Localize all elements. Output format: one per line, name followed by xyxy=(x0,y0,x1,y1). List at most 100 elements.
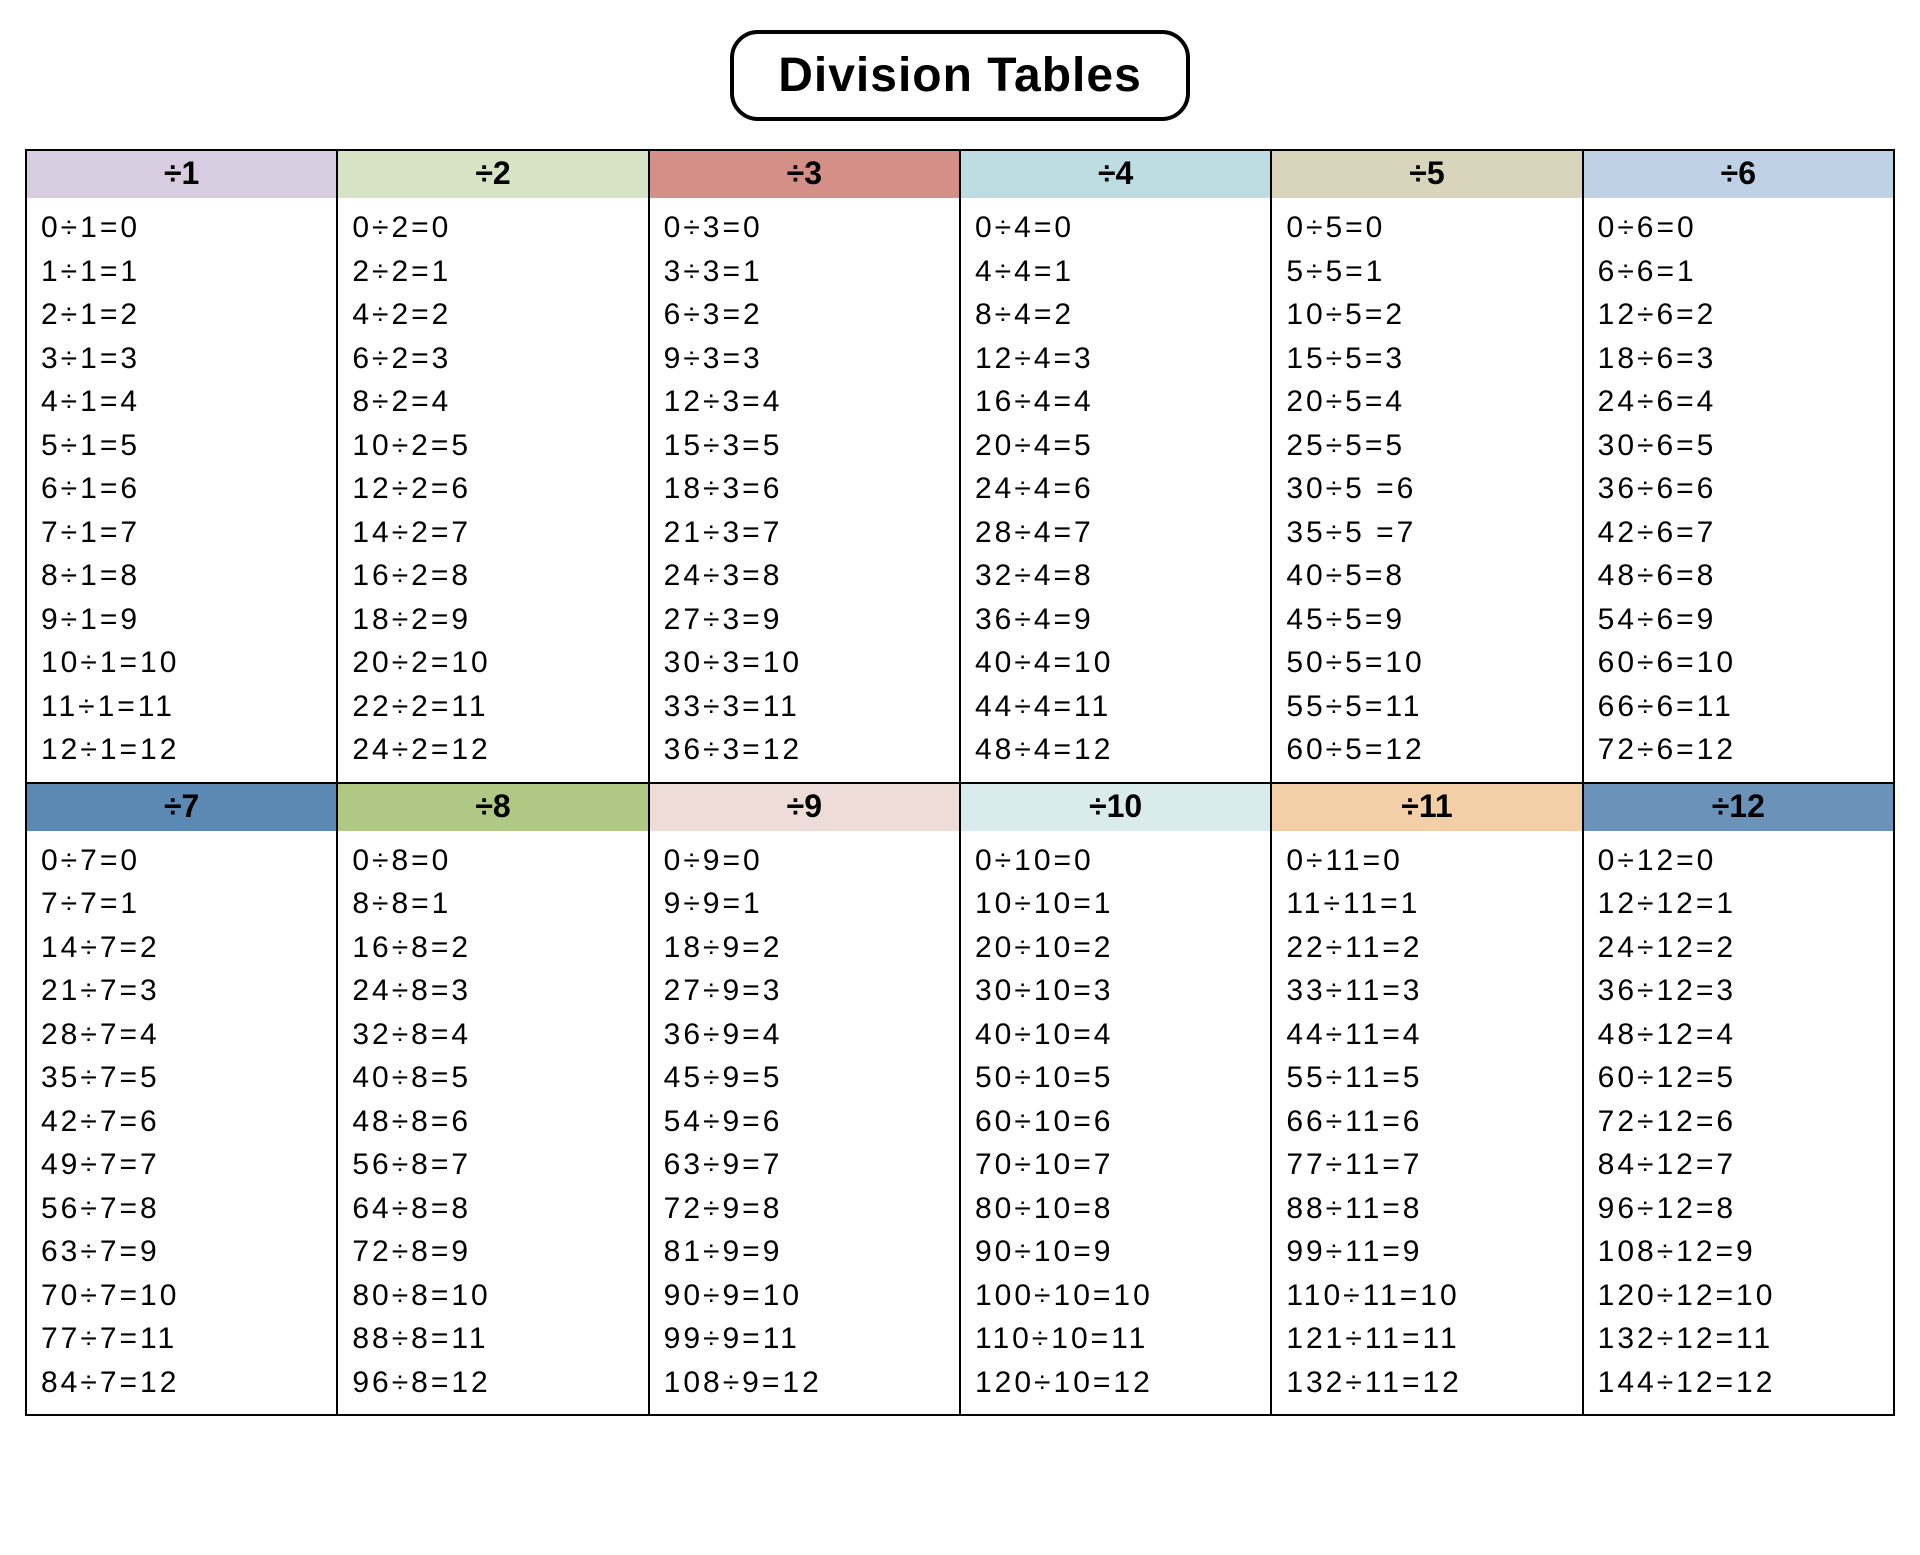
equation-row: 66÷11=6 xyxy=(1286,1100,1575,1144)
equation-row: 18÷2=9 xyxy=(352,598,641,642)
equation-row: 60÷12=5 xyxy=(1598,1056,1887,1100)
equation-row: 42÷7=6 xyxy=(41,1100,330,1144)
equation-row: 0÷2=0 xyxy=(352,206,641,250)
equation-row: 63÷7=9 xyxy=(41,1230,330,1274)
header-div-2: ÷2 xyxy=(337,150,648,198)
equation-row: 66÷6=11 xyxy=(1598,685,1887,729)
equation-row: 80÷8=10 xyxy=(352,1274,641,1318)
equation-row: 88÷8=11 xyxy=(352,1317,641,1361)
equation-row: 42÷6=7 xyxy=(1598,511,1887,555)
equation-row: 6÷1=6 xyxy=(41,467,330,511)
equation-row: 30÷6=5 xyxy=(1598,424,1887,468)
equation-row: 18÷9=2 xyxy=(664,926,953,970)
equation-row: 36÷6=6 xyxy=(1598,467,1887,511)
equation-row: 11÷1=11 xyxy=(41,685,330,729)
equation-row: 80÷10=8 xyxy=(975,1187,1264,1231)
equation-row: 36÷9=4 xyxy=(664,1013,953,1057)
header-row-bottom: ÷7 ÷8 ÷9 ÷10 ÷11 ÷12 xyxy=(26,783,1894,831)
equation-row: 12÷4=3 xyxy=(975,337,1264,381)
equation-row: 40÷8=5 xyxy=(352,1056,641,1100)
equation-row: 21÷3=7 xyxy=(664,511,953,555)
body-div-10: 0÷10=010÷10=120÷10=230÷10=340÷10=450÷10=… xyxy=(960,831,1271,1416)
equation-row: 64÷8=8 xyxy=(352,1187,641,1231)
equation-row: 28÷7=4 xyxy=(41,1013,330,1057)
equation-row: 12÷1=12 xyxy=(41,728,330,772)
equation-row: 32÷4=8 xyxy=(975,554,1264,598)
equation-row: 5÷5=1 xyxy=(1286,250,1575,294)
equation-row: 12÷6=2 xyxy=(1598,293,1887,337)
equation-row: 108÷9=12 xyxy=(664,1361,953,1405)
equation-row: 96÷12=8 xyxy=(1598,1187,1887,1231)
equation-row: 6÷3=2 xyxy=(664,293,953,337)
equation-row: 24÷8=3 xyxy=(352,969,641,1013)
equation-row: 4÷2=2 xyxy=(352,293,641,337)
equation-row: 132÷11=12 xyxy=(1286,1361,1575,1405)
equation-row: 16÷4=4 xyxy=(975,380,1264,424)
header-div-12: ÷12 xyxy=(1583,783,1894,831)
equation-row: 4÷1=4 xyxy=(41,380,330,424)
equation-row: 32÷8=4 xyxy=(352,1013,641,1057)
equation-row: 20÷4=5 xyxy=(975,424,1264,468)
equation-row: 45÷9=5 xyxy=(664,1056,953,1100)
equation-row: 0÷6=0 xyxy=(1598,206,1887,250)
header-div-11: ÷11 xyxy=(1271,783,1582,831)
equation-row: 15÷5=3 xyxy=(1286,337,1575,381)
equation-row: 50÷5=10 xyxy=(1286,641,1575,685)
equation-row: 28÷4=7 xyxy=(975,511,1264,555)
body-div-3: 0÷3=03÷3=16÷3=29÷3=312÷3=415÷3=518÷3=621… xyxy=(649,198,960,783)
equation-row: 48÷6=8 xyxy=(1598,554,1887,598)
equation-row: 48÷4=12 xyxy=(975,728,1264,772)
equation-row: 15÷3=5 xyxy=(664,424,953,468)
equation-row: 0÷7=0 xyxy=(41,839,330,883)
equation-row: 9÷1=9 xyxy=(41,598,330,642)
equation-row: 8÷1=8 xyxy=(41,554,330,598)
equation-row: 0÷8=0 xyxy=(352,839,641,883)
equation-row: 35÷5 =7 xyxy=(1286,511,1575,555)
equation-row: 96÷8=12 xyxy=(352,1361,641,1405)
equation-row: 6÷6=1 xyxy=(1598,250,1887,294)
equation-row: 48÷12=4 xyxy=(1598,1013,1887,1057)
equation-row: 12÷2=6 xyxy=(352,467,641,511)
equation-row: 63÷9=7 xyxy=(664,1143,953,1187)
equation-row: 33÷3=11 xyxy=(664,685,953,729)
equation-row: 90÷9=10 xyxy=(664,1274,953,1318)
equation-row: 44÷4=11 xyxy=(975,685,1264,729)
header-div-3: ÷3 xyxy=(649,150,960,198)
equation-row: 99÷9=11 xyxy=(664,1317,953,1361)
equation-row: 0÷5=0 xyxy=(1286,206,1575,250)
body-div-7: 0÷7=07÷7=114÷7=221÷7=328÷7=435÷7=542÷7=6… xyxy=(26,831,337,1416)
division-tables-grid: ÷1 ÷2 ÷3 ÷4 ÷5 ÷6 0÷1=01÷1=12÷1=23÷1=34÷… xyxy=(25,149,1895,1416)
header-div-1: ÷1 xyxy=(26,150,337,198)
equation-row: 10÷10=1 xyxy=(975,882,1264,926)
equation-row: 0÷10=0 xyxy=(975,839,1264,883)
header-div-5: ÷5 xyxy=(1271,150,1582,198)
body-div-8: 0÷8=08÷8=116÷8=224÷8=332÷8=440÷8=548÷8=6… xyxy=(337,831,648,1416)
body-div-1: 0÷1=01÷1=12÷1=23÷1=34÷1=45÷1=56÷1=67÷1=7… xyxy=(26,198,337,783)
equation-row: 55÷5=11 xyxy=(1286,685,1575,729)
equation-row: 55÷11=5 xyxy=(1286,1056,1575,1100)
equation-row: 110÷10=11 xyxy=(975,1317,1264,1361)
equation-row: 3÷1=3 xyxy=(41,337,330,381)
equation-row: 16÷8=2 xyxy=(352,926,641,970)
equation-row: 7÷1=7 xyxy=(41,511,330,555)
equation-row: 110÷11=10 xyxy=(1286,1274,1575,1318)
equation-row: 0÷9=0 xyxy=(664,839,953,883)
equation-row: 49÷7=7 xyxy=(41,1143,330,1187)
header-div-6: ÷6 xyxy=(1583,150,1894,198)
equation-row: 22÷11=2 xyxy=(1286,926,1575,970)
equation-row: 9÷3=3 xyxy=(664,337,953,381)
equation-row: 10÷2=5 xyxy=(352,424,641,468)
equation-row: 70÷7=10 xyxy=(41,1274,330,1318)
equation-row: 20÷5=4 xyxy=(1286,380,1575,424)
equation-row: 14÷2=7 xyxy=(352,511,641,555)
body-div-12: 0÷12=012÷12=124÷12=236÷12=348÷12=460÷12=… xyxy=(1583,831,1894,1416)
body-div-2: 0÷2=02÷2=14÷2=26÷2=38÷2=410÷2=512÷2=614÷… xyxy=(337,198,648,783)
equation-row: 35÷7=5 xyxy=(41,1056,330,1100)
equation-row: 36÷4=9 xyxy=(975,598,1264,642)
equation-row: 36÷3=12 xyxy=(664,728,953,772)
header-div-9: ÷9 xyxy=(649,783,960,831)
equation-row: 72÷9=8 xyxy=(664,1187,953,1231)
equation-row: 20÷2=10 xyxy=(352,641,641,685)
header-div-7: ÷7 xyxy=(26,783,337,831)
equation-row: 30÷5 =6 xyxy=(1286,467,1575,511)
